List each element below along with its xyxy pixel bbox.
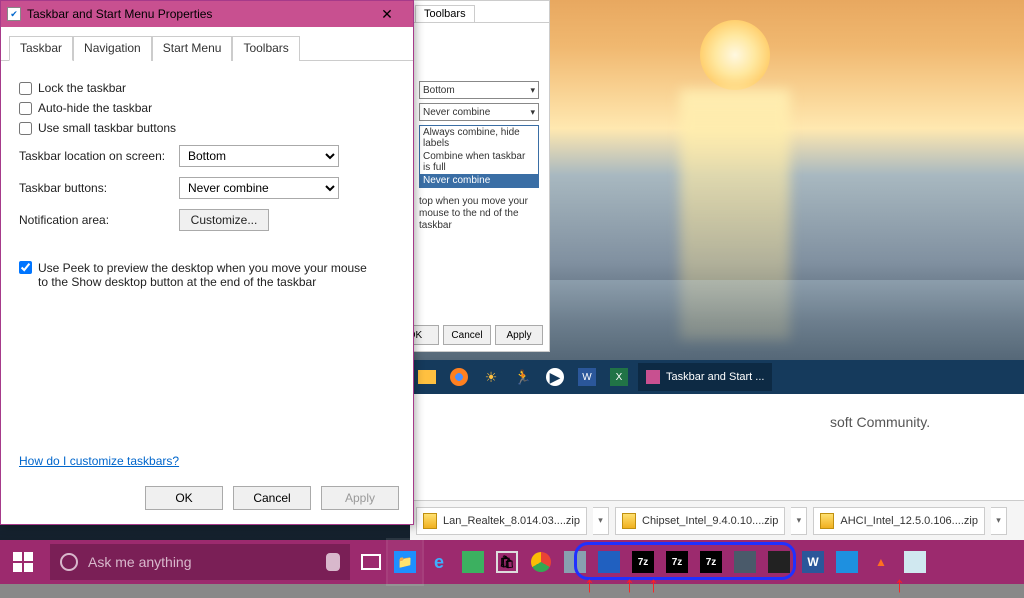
bg-option[interactable]: Combine when taskbar is full — [420, 150, 538, 174]
inner-task-item[interactable]: Taskbar and Start ... — [638, 363, 772, 391]
download-item[interactable]: AHCI_Intel_12.5.0.106....zip — [813, 507, 985, 535]
download-name: Lan_Realtek_8.014.03....zip — [443, 515, 580, 527]
bg-buttons-select[interactable]: Never combine — [419, 103, 539, 121]
autohide-checkbox[interactable] — [19, 102, 32, 115]
inner-taskbar: ☀ 🏃 ▶ W X Taskbar and Start ... — [410, 360, 1024, 394]
excel-icon[interactable]: X — [606, 364, 632, 390]
mic-icon[interactable] — [326, 553, 340, 571]
word-icon[interactable]: W — [796, 540, 830, 584]
cortana-icon — [60, 553, 78, 571]
windows-icon — [13, 552, 33, 572]
buttons-select[interactable]: Never combine — [179, 177, 339, 199]
vlc-icon[interactable]: ▲ — [864, 540, 898, 584]
folder-icon[interactable] — [414, 364, 440, 390]
explorer-icon[interactable]: 📁 — [388, 540, 422, 584]
download-item[interactable]: Lan_Realtek_8.014.03....zip — [416, 507, 587, 535]
download-menu-arrow[interactable]: ▾ — [991, 507, 1007, 535]
location-label: Taskbar location on screen: — [19, 149, 179, 163]
small-buttons-label: Use small taskbar buttons — [38, 121, 176, 135]
help-link[interactable]: How do I customize taskbars? — [19, 454, 179, 468]
app5-icon[interactable] — [898, 540, 932, 584]
play-icon[interactable]: ▶ — [542, 364, 568, 390]
lock-taskbar-checkbox[interactable] — [19, 82, 32, 95]
bg-tab-toolbars[interactable]: Toolbars — [415, 5, 475, 22]
ok-button[interactable]: OK — [145, 486, 223, 510]
notification-label: Notification area: — [19, 213, 179, 227]
peek-checkbox[interactable] — [19, 261, 32, 274]
dialog-buttons: OK Cancel Apply — [145, 486, 399, 510]
zip-icon — [622, 513, 636, 529]
tab-taskbar[interactable]: Taskbar — [9, 36, 73, 61]
task-view-button[interactable] — [354, 540, 388, 584]
ie-icon[interactable]: e — [422, 540, 456, 584]
bg-option-selected[interactable]: Never combine — [420, 174, 538, 187]
taskbar-properties-dialog: ✔ Taskbar and Start Menu Properties ✕ Ta… — [0, 0, 414, 525]
inner-task-label: Taskbar and Start ... — [666, 371, 764, 383]
app4-icon[interactable] — [728, 540, 762, 584]
7zip-icon[interactable]: 7z — [660, 540, 694, 584]
app-icon[interactable] — [456, 540, 490, 584]
search-placeholder: Ask me anything — [88, 554, 316, 570]
apply-button[interactable]: Apply — [321, 486, 399, 510]
app2-icon[interactable] — [558, 540, 592, 584]
lock-taskbar-label: Lock the taskbar — [38, 81, 126, 95]
app3-icon[interactable] — [592, 540, 626, 584]
tab-navigation[interactable]: Navigation — [73, 36, 152, 61]
dialog-icon: ✔ — [7, 7, 21, 21]
close-button[interactable]: ✕ — [367, 2, 407, 26]
bg-peek-text: top when you move your mouse to the nd o… — [419, 196, 541, 232]
cmd-icon[interactable] — [762, 540, 796, 584]
browser-page: soft Community. — [410, 394, 1024, 500]
tab-toolbars[interactable]: Toolbars — [232, 36, 299, 61]
dialog-title: Taskbar and Start Menu Properties — [27, 7, 212, 21]
firefox-icon[interactable] — [446, 364, 472, 390]
buttons-label: Taskbar buttons: — [19, 181, 179, 195]
download-item[interactable]: Chipset_Intel_9.4.0.10....zip — [615, 507, 785, 535]
zip-icon — [423, 513, 437, 529]
dialog-titlebar[interactable]: ✔ Taskbar and Start Menu Properties ✕ — [1, 1, 413, 27]
photos-icon[interactable] — [830, 540, 864, 584]
main-taskbar: Ask me anything 📁 e 🛍 7z 7z 7z W ▲ — [0, 540, 1024, 584]
autohide-label: Auto-hide the taskbar — [38, 101, 152, 115]
search-box[interactable]: Ask me anything — [50, 544, 350, 580]
store-icon[interactable]: 🛍 — [490, 540, 524, 584]
settings-icon[interactable]: ☀ — [478, 364, 504, 390]
person-icon[interactable]: 🏃 — [510, 364, 536, 390]
bg-dropdown-open[interactable]: Always combine, hide labels Combine when… — [419, 125, 539, 188]
download-name: AHCI_Intel_12.5.0.106....zip — [840, 515, 978, 527]
small-buttons-checkbox[interactable] — [19, 122, 32, 135]
download-menu-arrow[interactable]: ▾ — [791, 507, 807, 535]
cancel-button[interactable]: Cancel — [233, 486, 311, 510]
word-icon[interactable]: W — [574, 364, 600, 390]
download-menu-arrow[interactable]: ▾ — [593, 507, 609, 535]
bg-location-select[interactable]: Bottom — [419, 81, 539, 99]
7zip-icon[interactable]: 7z — [626, 540, 660, 584]
bg-cancel-button[interactable]: Cancel — [443, 325, 491, 345]
tab-startmenu[interactable]: Start Menu — [152, 36, 233, 61]
peek-label: Use Peek to preview the desktop when you… — [38, 261, 378, 289]
start-button[interactable] — [0, 540, 46, 584]
location-select[interactable]: Bottom — [179, 145, 339, 167]
zip-icon — [820, 513, 834, 529]
customize-button[interactable]: Customize... — [179, 209, 269, 231]
bg-dialog-tabrow: Toolbars — [411, 1, 549, 23]
bg-apply-button[interactable]: Apply — [495, 325, 543, 345]
dialog-tabs: Taskbar Navigation Start Menu Toolbars — [1, 27, 413, 61]
dialog-pane: Lock the taskbar Auto-hide the taskbar U… — [1, 61, 413, 303]
taskbar-icons: 📁 e 🛍 7z 7z 7z W ▲ — [354, 540, 932, 584]
page-text: soft Community. — [830, 414, 930, 430]
download-bar: Lan_Realtek_8.014.03....zip ▾ Chipset_In… — [410, 500, 1024, 540]
download-name: Chipset_Intel_9.4.0.10....zip — [642, 515, 778, 527]
chrome-icon[interactable] — [524, 540, 558, 584]
background-dialog: Toolbars Bottom Never combine Always com… — [410, 0, 550, 352]
7zip-icon[interactable]: 7z — [694, 540, 728, 584]
sun-graphic — [700, 20, 770, 90]
bg-option[interactable]: Always combine, hide labels — [420, 126, 538, 150]
task-thumb-icon — [646, 370, 660, 384]
